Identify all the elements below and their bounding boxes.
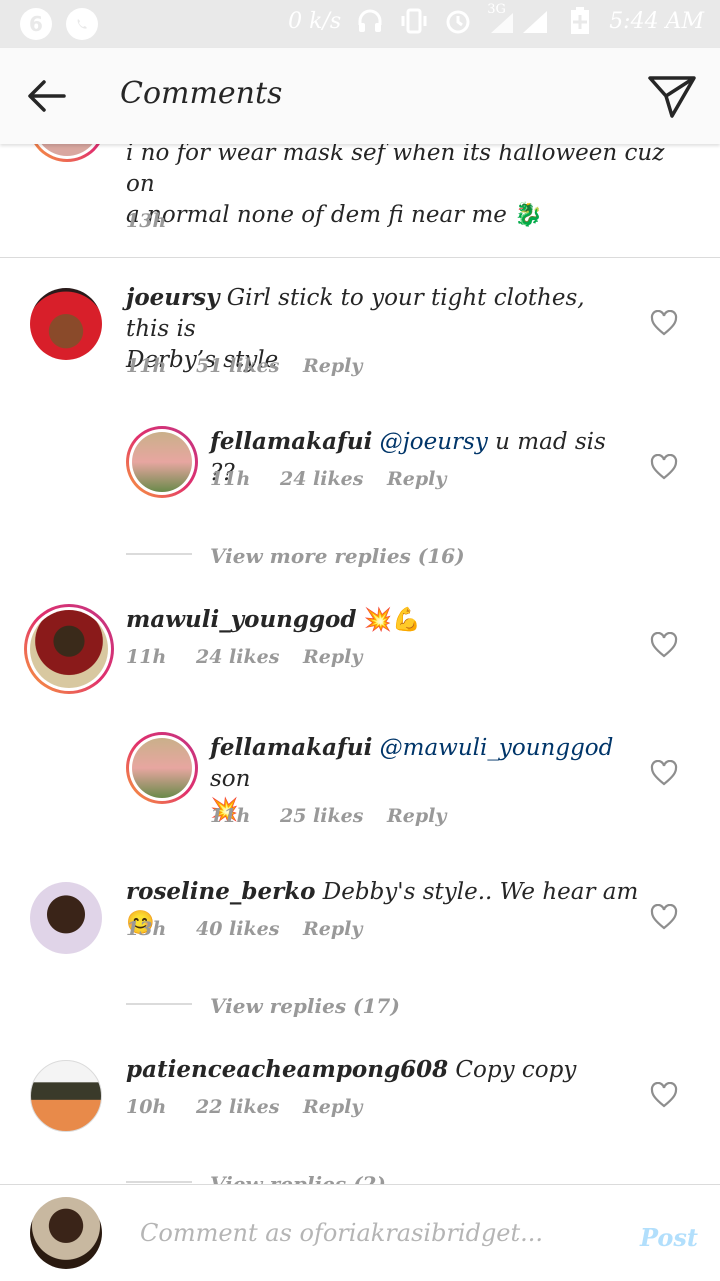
username-link[interactable]: fellamakafui (210, 428, 372, 455)
likes-count[interactable]: 25 likes (280, 805, 363, 827)
avatar[interactable] (30, 882, 102, 954)
comment-time: 13h (126, 210, 167, 232)
vibrate-icon (399, 6, 429, 36)
comment-text: patienceacheampong608 Copy copy (126, 1056, 577, 1083)
reply-button[interactable]: Reply (387, 468, 446, 490)
reply-button[interactable]: Reply (303, 918, 362, 940)
likes-count[interactable]: 24 likes (280, 468, 363, 490)
likes-count[interactable]: 22 likes (196, 1096, 279, 1118)
view-replies-button[interactable]: View replies (2) (210, 1172, 386, 1184)
comment-composer: Comment as oforiakrasibridget... Post (0, 1184, 720, 1281)
reply-button[interactable]: Reply (303, 355, 362, 377)
comments-list[interactable]: i no for wear mask sef when its hallowee… (0, 144, 720, 1184)
whatsapp-icon (66, 8, 98, 40)
view-replies-line (126, 1181, 192, 1183)
likes-count[interactable]: 24 likes (196, 646, 279, 668)
username-link[interactable]: joeursy (126, 284, 219, 311)
view-replies-button[interactable]: View replies (17) (210, 994, 400, 1018)
reply-button[interactable]: Reply (303, 1096, 362, 1118)
comment-text: i no for wear mask sef when its hallowee… (126, 144, 665, 228)
share-button[interactable] (646, 72, 698, 120)
heart-icon[interactable] (650, 1082, 678, 1108)
comment-time: 11h (210, 805, 251, 827)
avatar[interactable] (126, 732, 198, 804)
battery-icon (565, 6, 595, 36)
avatar[interactable] (126, 426, 198, 498)
mention-link[interactable]: @mawuli_younggod (380, 735, 614, 761)
app-bar: Comments (0, 48, 720, 144)
comment-time: 11h (126, 646, 167, 668)
back-arrow-icon (28, 80, 66, 112)
current-user-avatar (30, 1197, 102, 1269)
avatar[interactable] (30, 288, 102, 360)
headphones-icon (355, 6, 385, 36)
likes-count[interactable]: 40 likes (196, 918, 279, 940)
view-replies-line (126, 1003, 192, 1005)
status-bar: 6 0 k/s 3G 5:44 AM (0, 0, 720, 48)
heart-icon[interactable] (650, 454, 678, 480)
back-button[interactable] (26, 76, 68, 116)
heart-icon[interactable] (650, 904, 678, 930)
comment-time: 11h (126, 355, 167, 377)
heart-icon[interactable] (650, 632, 678, 658)
comment-input[interactable]: Comment as oforiakrasibridget... (140, 1219, 543, 1247)
mention-link[interactable]: @joeursy (380, 429, 488, 455)
comment-time: 13h (126, 918, 167, 940)
network-type: 3G (487, 2, 506, 17)
reply-button[interactable]: Reply (387, 805, 446, 827)
likes-count[interactable]: 51 likes (196, 355, 279, 377)
view-replies-line (126, 553, 192, 555)
heart-icon[interactable] (650, 310, 678, 336)
post-button[interactable]: Post (640, 1223, 698, 1252)
view-more-replies-button[interactable]: View more replies (16) (210, 544, 465, 568)
username-link[interactable]: roseline_berko (126, 878, 315, 905)
avatar[interactable] (28, 144, 106, 162)
reply-button[interactable]: Reply (303, 646, 362, 668)
send-icon (648, 76, 696, 118)
divider (0, 257, 720, 258)
avatar[interactable] (30, 1060, 102, 1132)
avatar[interactable] (24, 604, 114, 694)
comment-time: 10h (126, 1096, 167, 1118)
signal-icon: 3G (487, 2, 551, 36)
net-speed: 0 k/s (288, 8, 342, 34)
page-title: Comments (120, 76, 283, 111)
clock: 5:44 AM (609, 8, 704, 34)
alarm-icon (443, 6, 473, 36)
comment-time: 11h (210, 468, 251, 490)
username-link[interactable]: patienceacheampong608 (126, 1056, 448, 1083)
username-link[interactable]: fellamakafui (210, 734, 372, 761)
username-link[interactable]: mawuli_younggod (126, 606, 356, 633)
app-notification-icon: 6 (20, 8, 52, 40)
heart-icon[interactable] (650, 760, 678, 786)
comment-text: mawuli_younggod 💥💪 (126, 606, 422, 633)
